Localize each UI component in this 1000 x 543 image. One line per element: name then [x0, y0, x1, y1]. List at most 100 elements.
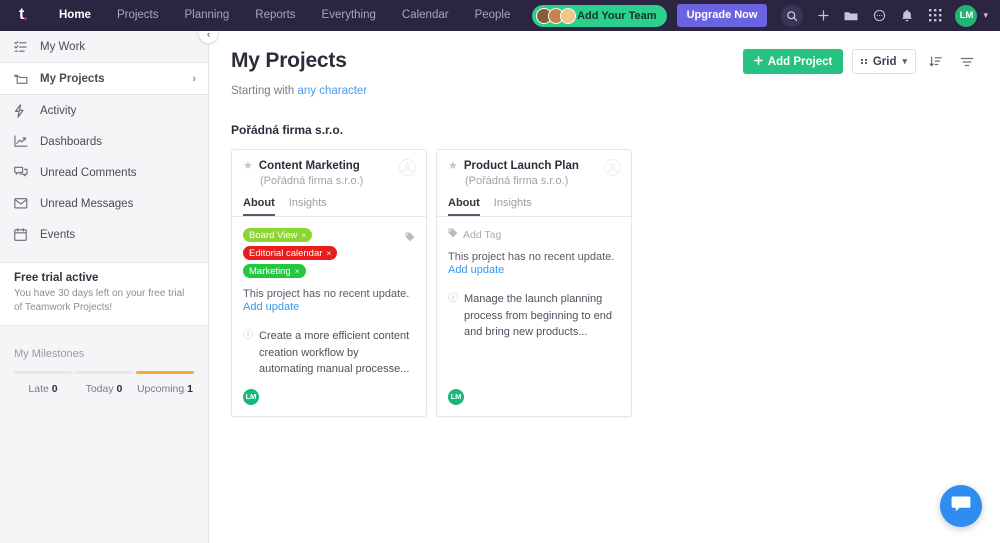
project-title[interactable]: Content Marketing [259, 160, 360, 173]
sidebar-item-unread-messages[interactable]: Unread Messages [0, 188, 208, 219]
add-your-team-button[interactable]: Add Your Team [532, 4, 667, 27]
chat-bubble-icon [951, 495, 971, 518]
no-update-text: This project has no recent update. [243, 288, 410, 300]
card-header: ★ Content Marketing (Pořádná firma s.r.o… [232, 150, 426, 187]
user-avatar[interactable]: LM [955, 4, 978, 27]
no-update-text: This project has no recent update. [448, 251, 615, 263]
milestones-bars [14, 371, 194, 374]
add-tag-button[interactable]: Add Tag [448, 228, 620, 241]
milestone-today[interactable]: Today 0 [75, 383, 133, 395]
project-description: ⓘ Manage the launch planning process fro… [448, 291, 620, 341]
nav-item-home[interactable]: Home [46, 0, 104, 31]
tag-board-view[interactable]: Board View × [243, 228, 313, 242]
add-project-button[interactable]: Add Project [742, 49, 844, 74]
milestone-late-count: 0 [51, 383, 58, 395]
tab-about[interactable]: About [448, 197, 480, 216]
nav-item-reports[interactable]: Reports [242, 0, 308, 31]
card-footer: LM [437, 388, 631, 416]
milestone-today-label: Today [85, 383, 114, 395]
project-member-avatar[interactable]: LM [448, 388, 464, 405]
add-your-team-label: Add Your Team [577, 9, 657, 22]
sidebar-item-unread-comments[interactable]: Unread Comments [0, 157, 208, 188]
tab-about[interactable]: About [243, 197, 275, 216]
folder-icon[interactable] [837, 0, 865, 31]
star-icon[interactable]: ★ [448, 160, 458, 173]
sidebar-item-events[interactable]: Events [0, 219, 208, 250]
sort-icon[interactable] [925, 51, 947, 73]
milestone-late[interactable]: Late 0 [14, 383, 72, 395]
search-icon[interactable] [781, 4, 804, 27]
card-tabs: About Insights [437, 197, 631, 217]
chat-icon[interactable] [865, 0, 893, 31]
star-icon[interactable]: ★ [243, 160, 253, 173]
sidebar-item-label: Unread Messages [40, 197, 134, 210]
apps-grid-icon[interactable] [921, 0, 949, 31]
sidebar-item-label: Unread Comments [40, 166, 137, 179]
tab-insights[interactable]: Insights [494, 197, 532, 216]
project-title[interactable]: Product Launch Plan [464, 160, 579, 173]
nav-item-calendar[interactable]: Calendar [389, 0, 462, 31]
sidebar-item-my-projects[interactable]: My Projects › [0, 63, 208, 94]
tag-remove-icon[interactable]: × [326, 248, 331, 258]
envelope-icon [14, 198, 34, 209]
sidebar-item-my-work[interactable]: My Work [0, 31, 208, 62]
tag-marketing[interactable]: Marketing × [243, 264, 306, 278]
header-actions: Add Project Grid ▾ [742, 49, 978, 74]
add-update-link[interactable]: Add update [448, 264, 620, 276]
logo-dot: . [23, 4, 28, 24]
milestone-upcoming[interactable]: Upcoming 1 [136, 383, 194, 395]
plus-icon [753, 55, 763, 68]
project-tags: Board View × Editorial calendar × Market… [243, 228, 395, 278]
main-content: My Projects Starting with any character … [209, 31, 1000, 543]
project-description-text: Manage the launch planning process from … [464, 293, 612, 338]
bell-icon[interactable] [893, 0, 921, 31]
app-logo[interactable]: t. [0, 5, 46, 25]
project-cards: ★ Content Marketing (Pořádná firma s.r.o… [231, 149, 978, 417]
team-avatar-3 [560, 7, 577, 24]
tag-editorial-calendar[interactable]: Editorial calendar × [243, 246, 338, 260]
sidebar-item-dashboards[interactable]: Dashboards [0, 126, 208, 157]
comments-icon [14, 166, 34, 179]
project-group-title: Pořádná firma s.r.o. [231, 123, 344, 137]
project-member-avatar[interactable]: LM [243, 388, 259, 405]
tab-insights[interactable]: Insights [289, 197, 327, 216]
my-milestones-widget: My Milestones Late 0 Today 0 Upcoming 1 [0, 326, 208, 395]
project-company: (Pořádná firma s.r.o.) [465, 175, 569, 187]
project-owner-avatar[interactable] [604, 159, 621, 176]
project-card[interactable]: ★ Product Launch Plan (Pořádná firma s.r… [436, 149, 632, 417]
info-icon: ⓘ [243, 330, 253, 341]
info-icon: ⓘ [448, 293, 458, 304]
filter-icon[interactable] [956, 51, 978, 73]
tag-label: Editorial calendar [249, 247, 323, 259]
view-mode-dropdown[interactable]: Grid ▾ [852, 49, 916, 74]
tag-icon[interactable] [405, 229, 415, 247]
chat-widget-button[interactable] [940, 485, 982, 527]
top-bar-actions: Add Your Team Upgrade Now LM ▾ [532, 0, 1000, 31]
nav-item-projects[interactable]: Projects [104, 0, 172, 31]
nav-item-people[interactable]: People [462, 0, 524, 31]
upgrade-now-button[interactable]: Upgrade Now [676, 4, 768, 27]
nav-item-planning[interactable]: Planning [172, 0, 243, 31]
project-company: (Pořádná firma s.r.o.) [260, 175, 364, 187]
any-character-link[interactable]: any character [297, 85, 367, 97]
project-card[interactable]: ★ Content Marketing (Pořádná firma s.r.o… [231, 149, 427, 417]
sidebar-item-label: Activity [40, 104, 77, 117]
filter-subline-prefix: Starting with [231, 85, 298, 97]
tag-remove-icon[interactable]: × [301, 230, 306, 240]
sidebar-item-label: My Projects [40, 72, 105, 85]
page-title: My Projects [231, 49, 347, 72]
tag-label: Marketing [249, 265, 291, 277]
tag-remove-icon[interactable]: × [295, 266, 300, 276]
page-header: My Projects Starting with any character … [231, 49, 978, 97]
nav-item-everything[interactable]: Everything [309, 0, 389, 31]
card-footer: LM [232, 388, 426, 416]
sidebar-item-activity[interactable]: Activity [0, 95, 208, 126]
bolt-icon [14, 103, 34, 118]
chevron-down-icon[interactable]: ▾ [983, 10, 988, 21]
project-owner-avatar[interactable] [399, 159, 416, 176]
card-body: Board View × Editorial calendar × Market… [232, 217, 426, 389]
card-header: ★ Product Launch Plan (Pořádná firma s.r… [437, 150, 631, 187]
plus-icon[interactable] [809, 0, 837, 31]
add-update-link[interactable]: Add update [243, 301, 415, 313]
tag-label: Board View [249, 229, 298, 241]
